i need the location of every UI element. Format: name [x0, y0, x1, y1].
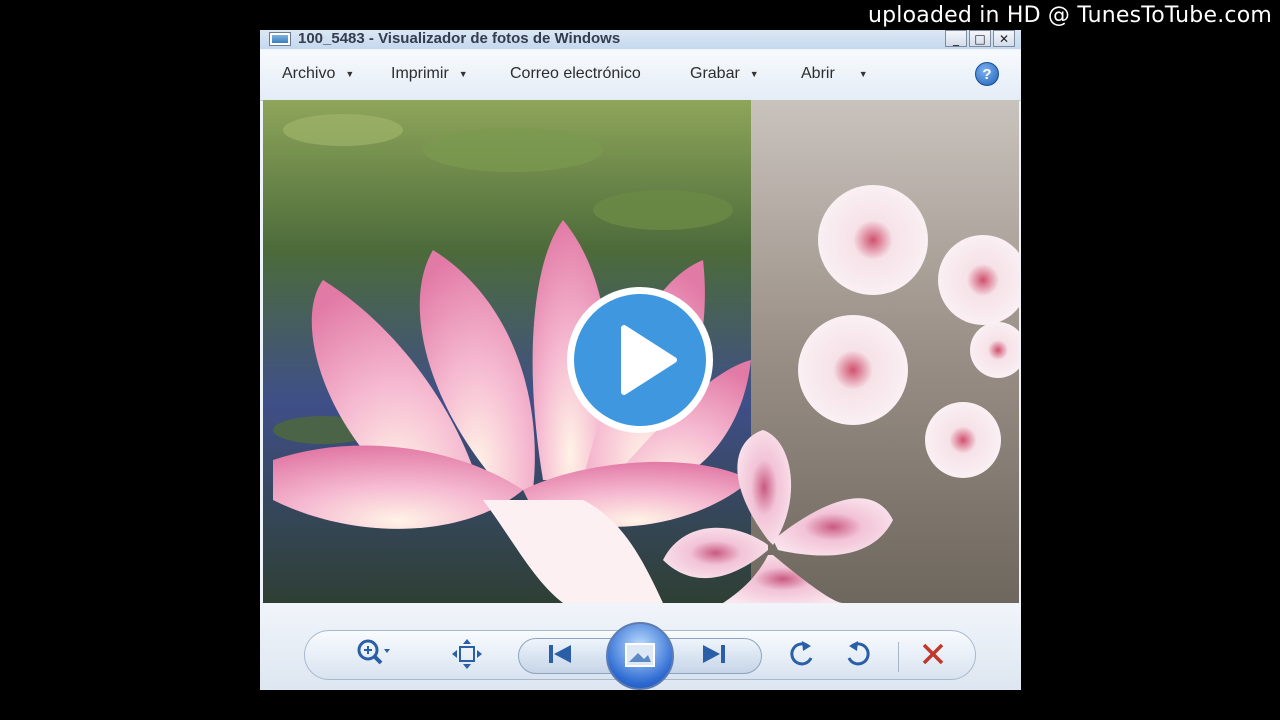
- video-play-button[interactable]: [567, 287, 713, 433]
- menu-correo-electronico[interactable]: Correo electrónico: [510, 65, 641, 83]
- maximize-button[interactable]: □: [969, 30, 991, 47]
- close-button[interactable]: ✕: [993, 30, 1015, 47]
- chevron-down-icon: ▼: [749, 69, 759, 79]
- menu-archivo-label: Archivo: [282, 65, 336, 82]
- title-bar: 100_5483 - Visualizador de fotos de Wind…: [260, 30, 1021, 49]
- menu-grabar-label: Grabar: [690, 65, 740, 82]
- play-icon: [621, 325, 677, 395]
- help-icon[interactable]: ?: [975, 62, 999, 86]
- chevron-down-icon: ▼: [345, 69, 355, 79]
- menu-correo-label: Correo electrónico: [510, 65, 641, 82]
- watermark-text: uploaded in HD @ TunesToTube.com: [867, 3, 1272, 28]
- menu-abrir[interactable]: Abrir ▼: [801, 65, 868, 83]
- next-icon[interactable]: [696, 636, 732, 672]
- slideshow-icon: [625, 643, 655, 667]
- control-bar: [260, 604, 1021, 690]
- zoom-icon[interactable]: [354, 636, 390, 672]
- slideshow-button[interactable]: [606, 622, 674, 690]
- chevron-down-icon: ▼: [858, 69, 868, 79]
- fit-to-window-icon[interactable]: [449, 636, 485, 672]
- chevron-down-icon: ▼: [458, 69, 468, 79]
- menu-abrir-label: Abrir: [801, 65, 835, 82]
- caption-buttons: _ □ ✕: [945, 30, 1015, 47]
- toolbar-divider: [898, 642, 899, 672]
- rotate-right-icon[interactable]: [840, 636, 876, 672]
- previous-icon[interactable]: [542, 636, 578, 672]
- menu-archivo[interactable]: Archivo ▼: [282, 65, 354, 83]
- menu-imprimir[interactable]: Imprimir ▼: [391, 65, 468, 83]
- minimize-button[interactable]: _: [945, 30, 967, 47]
- menu-bar: Archivo ▼ Imprimir ▼ Correo electrónico …: [260, 50, 1021, 101]
- rotate-left-icon[interactable]: [784, 636, 820, 672]
- photo-viewer-app-icon: [269, 32, 291, 46]
- delete-icon[interactable]: [915, 636, 951, 672]
- window-title: 100_5483 - Visualizador de fotos de Wind…: [298, 30, 621, 47]
- menu-grabar[interactable]: Grabar ▼: [690, 65, 759, 83]
- menu-imprimir-label: Imprimir: [391, 65, 449, 82]
